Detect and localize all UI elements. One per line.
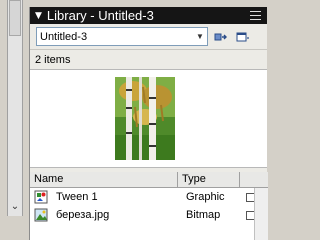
column-header-name[interactable]: Name	[30, 172, 178, 187]
library-panel: ▼ Library - Untitled-3 Untitled-3 ▼ 2 it…	[29, 7, 268, 240]
library-list: Name Type Tween 1 Graphic береза.jpg Bit…	[30, 172, 268, 240]
left-scroll-region: ⌄	[0, 0, 29, 240]
window: ⌄ ▼ Library - Untitled-3 Untitled-3 ▼ 2 …	[0, 0, 268, 240]
column-header-type[interactable]: Type	[178, 172, 240, 187]
preview-area	[30, 70, 267, 168]
panel-titlebar[interactable]: ▼ Library - Untitled-3	[30, 7, 267, 24]
document-select[interactable]: Untitled-3 ▼	[36, 27, 208, 46]
new-library-panel-icon[interactable]	[234, 29, 252, 45]
list-scrollbar[interactable]	[254, 188, 268, 240]
chevron-down-icon[interactable]: ▼	[193, 32, 207, 41]
list-item[interactable]: Tween 1 Graphic	[30, 188, 268, 206]
graphic-symbol-icon	[34, 190, 48, 204]
item-type: Bitmap	[186, 209, 221, 221]
column-header-spacer	[240, 172, 268, 187]
document-row: Untitled-3 ▼	[30, 24, 267, 50]
item-count: 2 items	[30, 50, 267, 70]
collapse-triangle-icon[interactable]: ▼	[35, 11, 42, 21]
chevron-down-icon[interactable]: ⌄	[8, 200, 22, 214]
document-select-value: Untitled-3	[40, 30, 88, 43]
pin-library-icon[interactable]	[212, 29, 230, 45]
panel-menu-icon[interactable]	[250, 11, 261, 20]
panel-title: Library - Untitled-3	[46, 8, 154, 23]
birch-preview-image	[115, 77, 175, 160]
left-scrollbar[interactable]	[7, 0, 23, 216]
left-scrollbar-thumb[interactable]	[9, 0, 21, 36]
item-type: Graphic	[186, 191, 225, 203]
item-name: Tween 1	[56, 191, 98, 203]
list-header: Name Type	[30, 172, 268, 188]
list-item[interactable]: береза.jpg Bitmap	[30, 206, 268, 224]
item-name: береза.jpg	[56, 209, 110, 221]
bitmap-icon	[34, 208, 48, 222]
